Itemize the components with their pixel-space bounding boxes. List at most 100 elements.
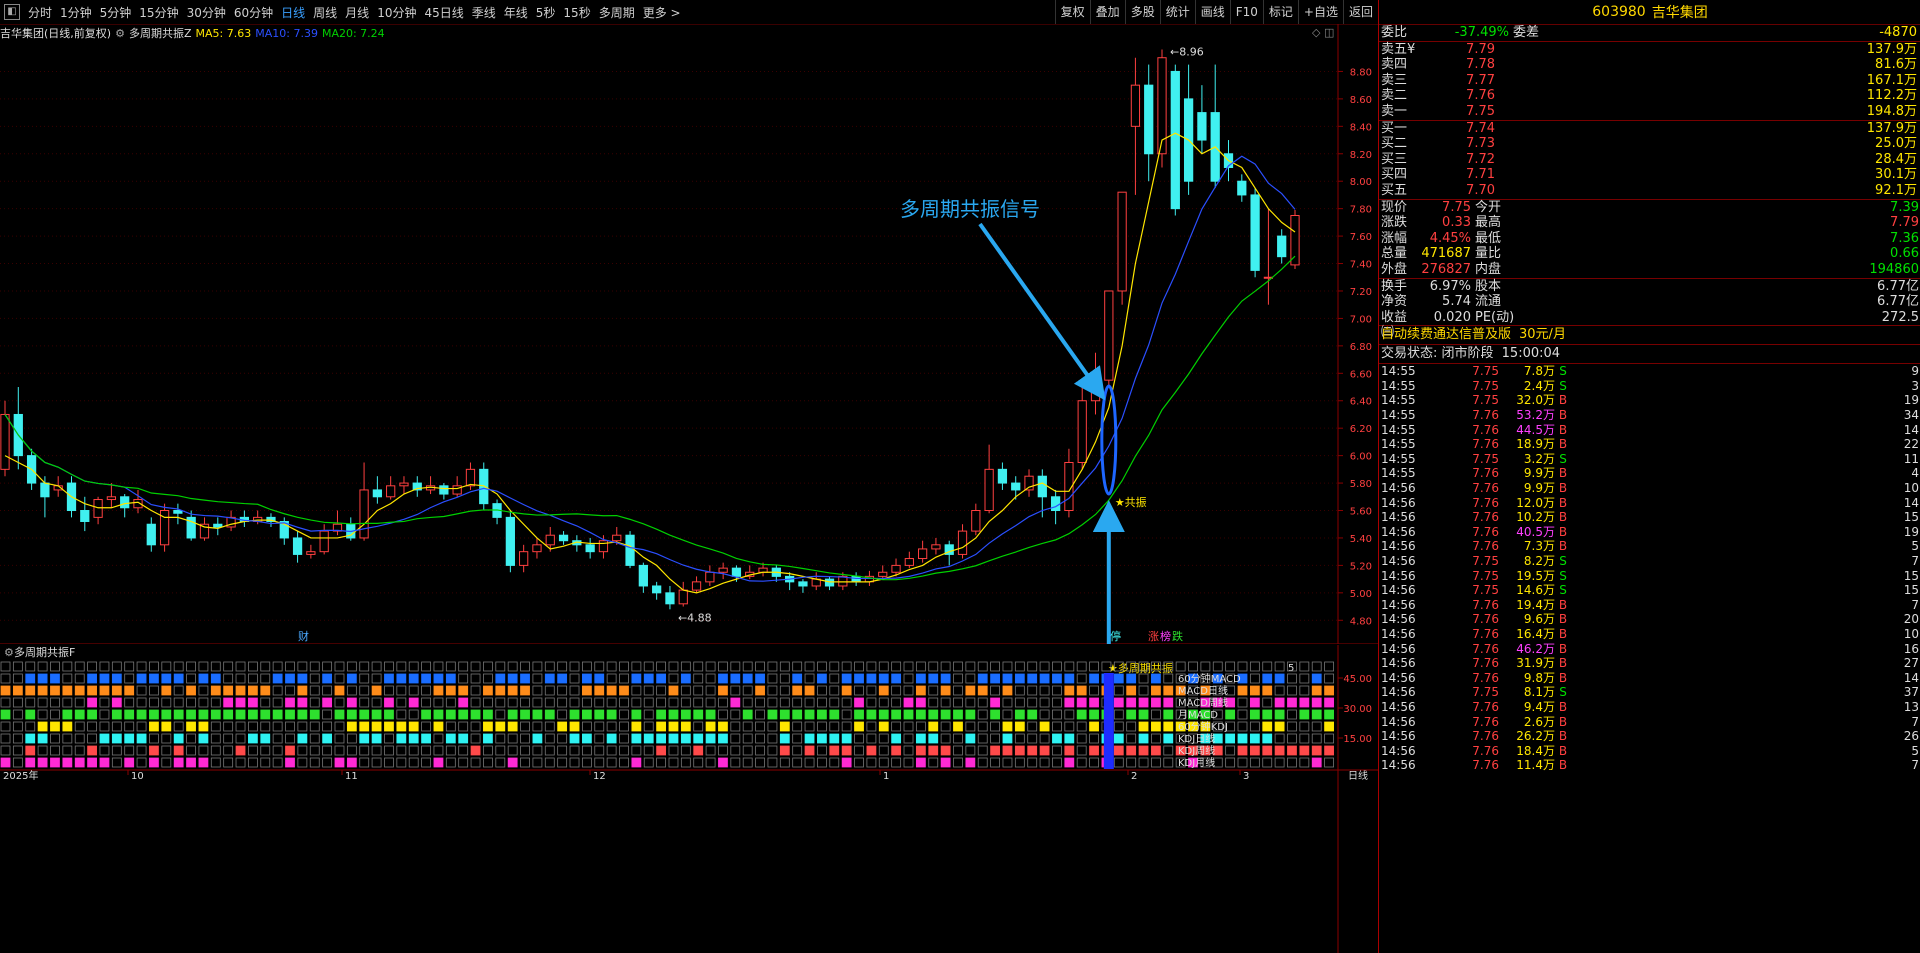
tool-button-5[interactable]: F10 [1229,0,1263,24]
timeframe-8[interactable]: 月线 [341,4,373,21]
collapse-icon[interactable]: ◧ [4,4,20,20]
tick-row[interactable]: 14:55 7.76 44.5万 B 14 [1379,423,1920,438]
tick-row[interactable]: 14:56 7.75 14.6万 S 15 [1379,583,1920,598]
candle [678,581,688,607]
tick-row[interactable]: 14:55 7.76 9.9万 B 4 [1379,466,1920,481]
tick-row[interactable]: 14:56 7.76 26.2万 B 26 [1379,729,1920,744]
kline-chart[interactable]: 8.80 8.60 8.40 8.20 8.00 7.80 7.60 7.40 7.20 7.00… [0,24,1378,644]
tick-row[interactable]: 14:56 7.76 40.5万 B 19 [1379,525,1920,540]
tick-row[interactable]: 14:56 7.75 8.2万 S 7 [1379,554,1920,569]
bid-book: 买一 7.74 137.9万 买二 7.73 25.0万 买三 7.72 28.4万 买四 7.71… [1379,121,1920,199]
ask-row[interactable]: 卖三 7.77 167.1万 [1379,73,1920,89]
timeframe-4[interactable]: 30分钟 [183,4,230,21]
candle [519,544,529,573]
indicator-name[interactable]: 多周期共振Z [129,25,192,41]
tick-row[interactable]: 14:55 7.75 7.8万 S 9 [1379,364,1920,379]
tick-row[interactable]: 14:56 7.76 16.4万 B 10 [1379,627,1920,642]
ask-row[interactable]: 卖五¥ 7.79 137.9万 [1379,42,1920,58]
timeframe-11[interactable]: 季线 [468,4,500,21]
tick-volume: 2.6万 [1523,714,1555,729]
tick-row[interactable]: 14:56 7.75 8.1万 S 37 [1379,685,1920,700]
timeframe-10[interactable]: 45日线 [420,4,467,21]
tool-button-8[interactable]: 返回 [1342,0,1378,24]
ask-label: 卖五¥ [1381,41,1416,57]
candle [0,400,10,477]
bid-row[interactable]: 买五 7.70 92.1万 [1379,183,1920,199]
tick-price: 7.76 [1472,656,1499,671]
stats-row: 收益㈢ 0.020 PE(动) 272.5 [1379,310,1920,341]
tick-row[interactable]: 14:56 7.76 12.0万 B 14 [1379,496,1920,511]
resonance-indicator-panel[interactable]: ⚙ 多周期共振F★多周期共振 545.0030.0015.0060分钟MACDMAC… [0,645,1378,953]
tick-volume: 8.2万 [1523,554,1555,568]
tool-button-1[interactable]: 叠加 [1089,0,1125,24]
low-price-label: ←4.88 [678,611,712,624]
tick-volume: 19.5万 [1516,568,1555,583]
ask-row[interactable]: 卖四 7.78 81.6万 [1379,57,1920,73]
tick-row[interactable]: 14:56 7.76 2.6万 B 7 [1379,715,1920,730]
tool-button-0[interactable]: 复权 [1054,0,1090,24]
bid-row[interactable]: 买一 7.74 137.9万 [1379,121,1920,137]
ask-row[interactable]: 卖一 7.75 194.8万 [1379,104,1920,120]
candle [412,476,422,497]
tick-row[interactable]: 14:56 7.76 7.3万 B 5 [1379,539,1920,554]
tick-row[interactable]: 14:55 7.75 32.0万 B 19 [1379,393,1920,408]
candle [652,581,662,600]
tool-button-4[interactable]: 画线 [1194,0,1230,24]
bid-row[interactable]: 买三 7.72 28.4万 [1379,152,1920,168]
timeframe-2[interactable]: 5分钟 [96,4,136,21]
tick-row[interactable]: 14:55 7.76 18.9万 B 22 [1379,437,1920,452]
ad-banner[interactable]: 自动续费通达信普及版 30元/月 [1379,325,1920,344]
tick-row[interactable]: 14:56 7.76 9.8万 B 14 [1379,671,1920,686]
ask-row[interactable]: 卖二 7.76 112.2万 [1379,88,1920,104]
tick-row[interactable]: 14:56 7.76 9.4万 B 13 [1379,700,1920,715]
indicator-settings-icon[interactable]: ⚙ [115,27,125,40]
tick-row[interactable]: 14:56 7.76 31.9万 B 27 [1379,656,1920,671]
tool-button-2[interactable]: 多股 [1124,0,1160,24]
tick-row[interactable]: 14:56 7.76 9.6万 B 20 [1379,612,1920,627]
tick-row[interactable]: 14:56 7.76 46.2万 B 16 [1379,642,1920,657]
sub-settings-icon[interactable]: ⚙ [4,646,14,659]
tick-row[interactable]: 14:56 7.76 9.9万 B 10 [1379,481,1920,496]
timeframe-7[interactable]: 周线 [309,4,341,21]
timeframe-3[interactable]: 15分钟 [135,4,182,21]
tick-list[interactable]: 14:55 7.75 7.8万 S 9 14:55 7.75 2.4万 S 3 14:55 7.75 3… [1379,364,1920,773]
timeframe-16[interactable]: 更多 > [639,4,685,21]
timeframe-14[interactable]: 15秒 [559,4,594,21]
tick-row[interactable]: 14:56 7.76 18.4万 B 5 [1379,744,1920,759]
timeframe-6[interactable]: 日线 [277,4,309,21]
timeframe-0[interactable]: 分时 [24,4,56,21]
timeframe-15[interactable]: 多周期 [595,4,639,21]
ask-volume: 137.9万 [1866,41,1917,57]
ad-text[interactable]: 自动续费通达信普及版 [1381,326,1511,344]
tick-row[interactable]: 14:56 7.76 11.4万 B 7 [1379,758,1920,773]
quote-row: 涨跌 0.33 最高 7.79 [1379,215,1920,231]
window-icon[interactable]: ◫ [1324,26,1334,39]
tick-row[interactable]: 14:55 7.75 3.2万 S 11 [1379,452,1920,467]
diamond-icon[interactable]: ◇ [1312,26,1321,39]
bid-row[interactable]: 买二 7.73 25.0万 [1379,136,1920,152]
tick-row[interactable]: 14:55 7.75 2.4万 S 3 [1379,379,1920,394]
tick-side: B [1558,612,1568,627]
timeframe-1[interactable]: 1分钟 [56,4,96,21]
tick-row[interactable]: 14:55 7.76 53.2万 B 34 [1379,408,1920,423]
timeframe-9[interactable]: 10分钟 [373,4,420,21]
stock-title: 吉华集团(日线,前复权) [0,27,112,40]
tick-volume: 9.6万 [1523,612,1555,627]
tick-row[interactable]: 14:56 7.76 10.2万 B 15 [1379,510,1920,525]
timeframe-5[interactable]: 60分钟 [230,4,277,21]
tool-button-3[interactable]: 统计 [1159,0,1195,24]
bid-row[interactable]: 买四 7.71 30.1万 [1379,167,1920,183]
timeframe-12[interactable]: 年线 [500,4,532,21]
tool-button-7[interactable]: +自选 [1297,0,1343,24]
timeframe-13[interactable]: 5秒 [532,4,560,21]
tool-button-6[interactable]: 标记 [1262,0,1298,24]
ad-price[interactable]: 30元/月 [1519,326,1566,344]
quote-label: 涨跌 [1381,215,1408,231]
tick-price: 7.75 [1472,568,1499,583]
tick-row[interactable]: 14:56 7.75 19.5万 S 15 [1379,569,1920,584]
quote-label: 最低 [1475,230,1502,246]
candle [1011,476,1021,500]
tick-row[interactable]: 14:56 7.76 19.4万 B 7 [1379,598,1920,613]
candle [691,576,702,593]
candle [1024,469,1034,497]
